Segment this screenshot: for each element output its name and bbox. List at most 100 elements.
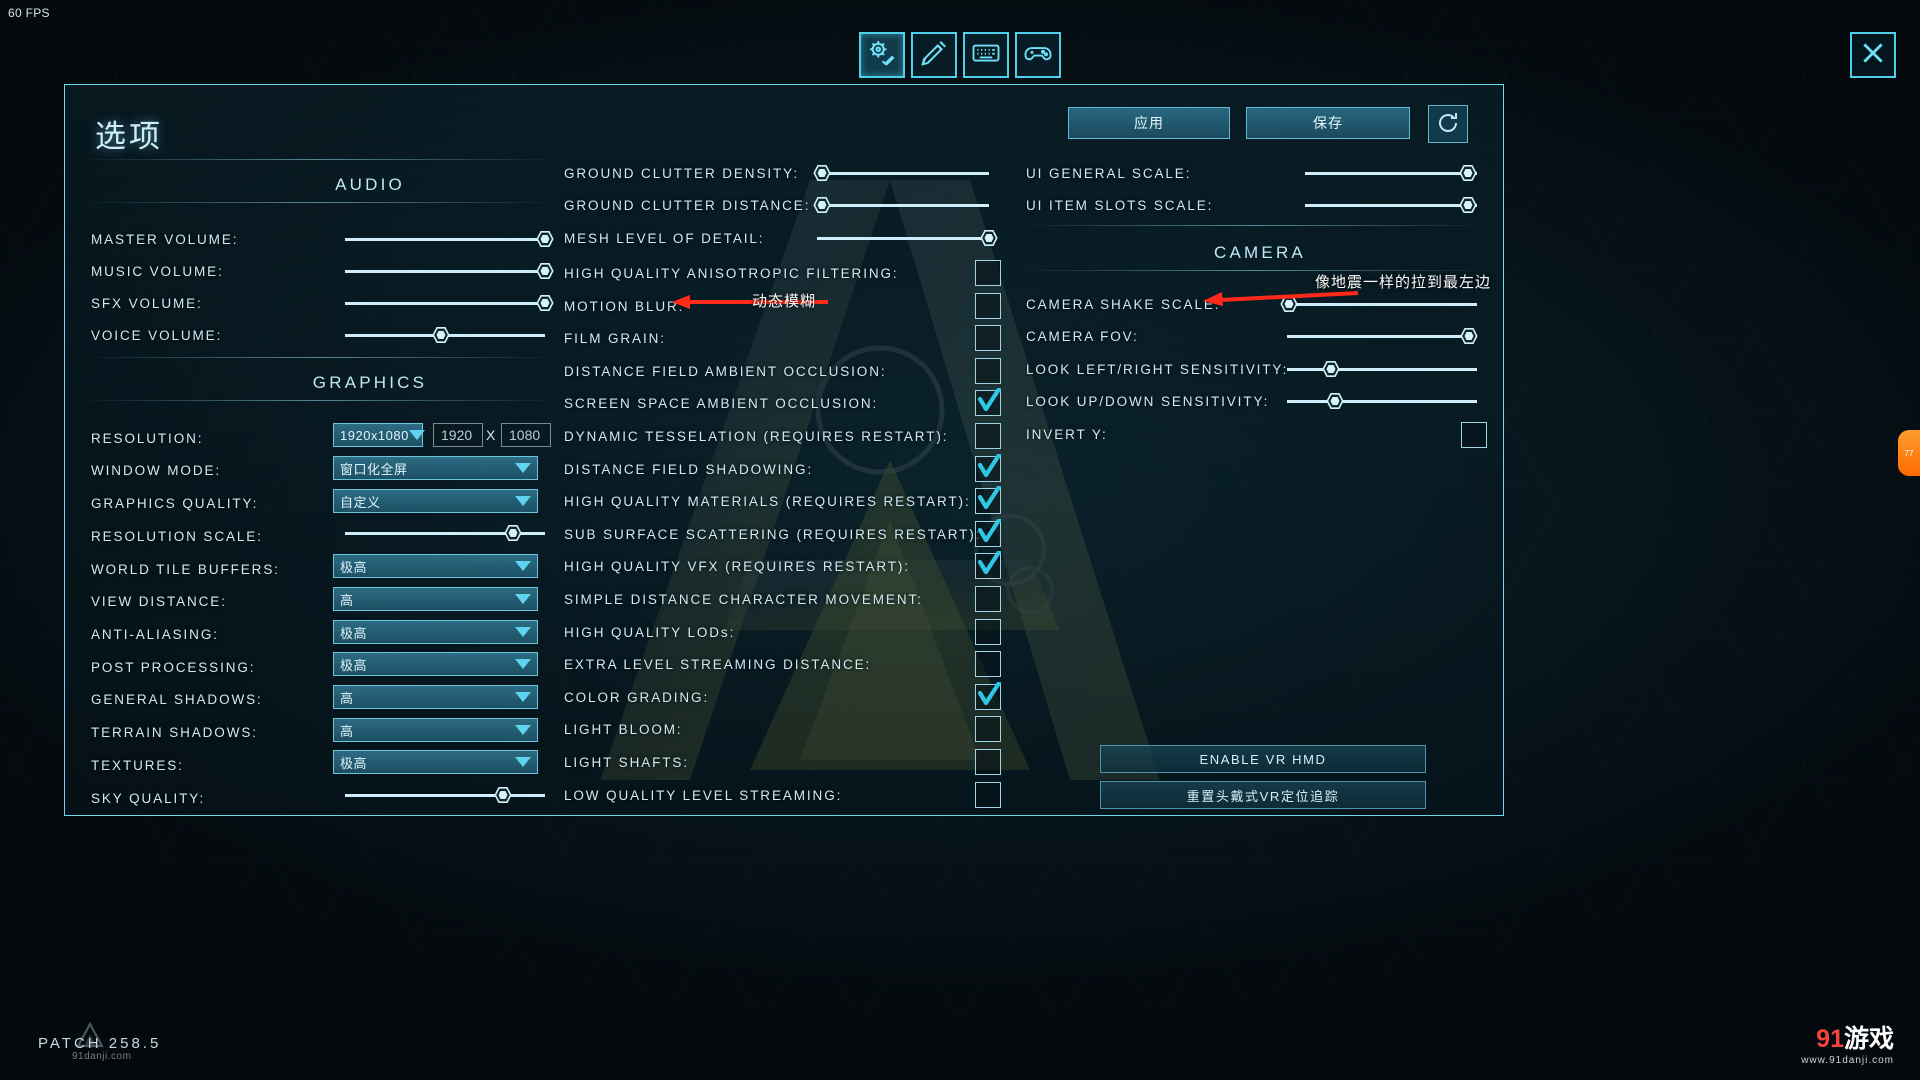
checkbox-center-option[interactable]	[975, 716, 1001, 743]
dropdown-general-shadows[interactable]: 高	[333, 685, 538, 709]
checkbox-center-option[interactable]	[975, 325, 1001, 352]
slider-camera-shake-scale[interactable]	[1280, 296, 1477, 312]
label-mesh-level-of-detail: MESH LEVEL OF DETAIL:	[564, 231, 765, 246]
dropdown-window-mode[interactable]: 窗口化全屏	[333, 456, 538, 480]
chevron-down-icon	[515, 692, 531, 702]
slider-knob[interactable]	[813, 165, 831, 181]
slider-look-leftright-sensitivity[interactable]	[1287, 361, 1477, 377]
checkbox-invert-y[interactable]	[1461, 422, 1487, 448]
dropdown-post-processing-value: 极高	[340, 657, 368, 673]
enable-vr-hmd-button[interactable]: ENABLE VR HMD	[1100, 745, 1426, 773]
slider-knob[interactable]	[1326, 393, 1343, 409]
checkbox-center-option[interactable]	[975, 651, 1001, 678]
controls-tab[interactable]	[911, 32, 957, 78]
slider-knob[interactable]	[1280, 296, 1298, 312]
slider-knob[interactable]	[813, 197, 831, 213]
check-icon	[977, 452, 1002, 480]
checkbox-center-option[interactable]	[975, 260, 1001, 286]
slider-sky-quality[interactable]	[345, 787, 545, 803]
reset-defaults-button[interactable]	[1428, 105, 1468, 143]
checkbox-center-option[interactable]	[975, 517, 1002, 547]
divider	[79, 202, 559, 203]
slider-knob[interactable]	[1460, 328, 1478, 344]
chevron-down-icon	[515, 757, 531, 767]
options-panel: 选项 应用 保存 AUDIO MASTER VOLUME: MUSIC VOLU…	[64, 84, 1504, 816]
keyboard-tab[interactable]	[963, 32, 1009, 78]
label-center-option: EXTRA LEVEL STREAMING DISTANCE:	[564, 657, 872, 673]
slider-knob[interactable]	[536, 231, 554, 247]
dropdown-terrain-shadows[interactable]: 高	[333, 718, 538, 742]
checkbox-center-option[interactable]	[975, 680, 1002, 710]
checkbox-center-option[interactable]	[975, 749, 1001, 775]
slider-knob[interactable]	[504, 525, 522, 541]
slider-music-volume[interactable]	[345, 263, 554, 279]
dropdown-view-distance-value: 高	[340, 592, 354, 608]
divider	[1020, 225, 1490, 226]
dropdown-anti-aliasing[interactable]: 极高	[333, 620, 538, 644]
apply-button[interactable]: 应用	[1068, 107, 1230, 139]
slider-knob[interactable]	[1322, 361, 1340, 377]
slider-knob[interactable]	[1459, 197, 1477, 213]
dropdown-resolution[interactable]: 1920x1080	[333, 423, 425, 447]
slider-ground-clutter-distance[interactable]	[813, 197, 989, 213]
checkbox-center-option[interactable]	[975, 452, 1002, 482]
gamepad-tab[interactable]	[1015, 32, 1061, 78]
checkbox-center-option[interactable]	[975, 292, 1001, 319]
reset-vr-tracking-button[interactable]: 重置头戴式VR定位追踪	[1100, 781, 1426, 809]
label-center-option: SUB SURFACE SCATTERING (REQUIRES RESTART…	[564, 526, 982, 542]
label-camera-fov: CAMERA FOV:	[1026, 329, 1139, 344]
slider-ground-clutter-density[interactable]	[813, 165, 989, 181]
side-promo-tab[interactable]: 77	[1898, 430, 1920, 476]
checkbox-center-option[interactable]	[975, 485, 1002, 515]
slider-voice-volume[interactable]	[345, 327, 545, 343]
label-ground-clutter-density: GROUND CLUTTER DENSITY:	[564, 166, 799, 181]
brush-tool-icon	[919, 38, 949, 73]
dropdown-world-tile-buffers[interactable]: 极高	[333, 554, 538, 578]
save-button[interactable]: 保存	[1246, 107, 1410, 139]
slider-knob[interactable]	[494, 787, 512, 803]
checkbox-center-option[interactable]	[975, 781, 1001, 808]
page-title: 选项	[95, 119, 163, 154]
check-icon	[977, 680, 1002, 708]
dropdown-textures-value: 极高	[340, 755, 368, 771]
slider-track	[1305, 204, 1477, 207]
slider-look-updown-sensitivity[interactable]	[1287, 393, 1477, 409]
options-tab[interactable]	[859, 32, 905, 78]
dropdown-graphics-quality[interactable]: 自定义	[333, 489, 538, 513]
dropdown-world-tile-buffers-value: 极高	[340, 559, 368, 575]
slider-knob[interactable]	[536, 263, 554, 279]
dropdown-post-processing[interactable]: 极高	[333, 652, 538, 676]
slider-knob[interactable]	[536, 295, 554, 311]
label-invert-y: INVERT Y:	[1026, 427, 1108, 442]
checkbox-center-option[interactable]	[975, 357, 1001, 384]
slider-resolution-scale[interactable]	[345, 525, 545, 541]
slider-ui-item-slots-scale[interactable]	[1305, 197, 1477, 213]
site-watermark-number: 91	[1816, 1025, 1844, 1053]
slider-mesh-level-of-detail[interactable]	[817, 230, 998, 246]
slider-sfx-volume[interactable]	[345, 295, 554, 311]
checkbox-center-option[interactable]	[975, 586, 1001, 612]
label-center-option: COLOR GRADING:	[564, 689, 710, 705]
dropdown-textures[interactable]: 极高	[333, 750, 538, 774]
dropdown-view-distance[interactable]: 高	[333, 587, 538, 611]
divider	[79, 400, 559, 401]
resolution-height-input[interactable]: 1080	[501, 423, 551, 447]
checkbox-center-option[interactable]	[975, 423, 1001, 449]
slider-knob[interactable]	[1459, 165, 1477, 181]
slider-master-volume[interactable]	[345, 231, 554, 247]
slider-track	[1287, 335, 1477, 338]
slider-knob[interactable]	[432, 327, 450, 343]
site-watermark-title: 91游戏	[1816, 1019, 1894, 1055]
checkbox-center-option[interactable]	[975, 618, 1001, 645]
slider-track	[817, 172, 989, 175]
resolution-width-input[interactable]: 1920	[433, 423, 483, 447]
slider-knob[interactable]	[980, 230, 998, 246]
slider-camera-fov[interactable]	[1287, 328, 1478, 344]
close-button[interactable]	[1850, 32, 1896, 78]
chevron-down-icon	[515, 725, 531, 735]
checkbox-center-option[interactable]	[975, 387, 1002, 417]
gamepad-icon	[1023, 38, 1053, 73]
checkbox-center-option[interactable]	[975, 550, 1002, 580]
slider-ui-general-scale[interactable]	[1305, 165, 1477, 181]
slider-track	[345, 270, 545, 273]
